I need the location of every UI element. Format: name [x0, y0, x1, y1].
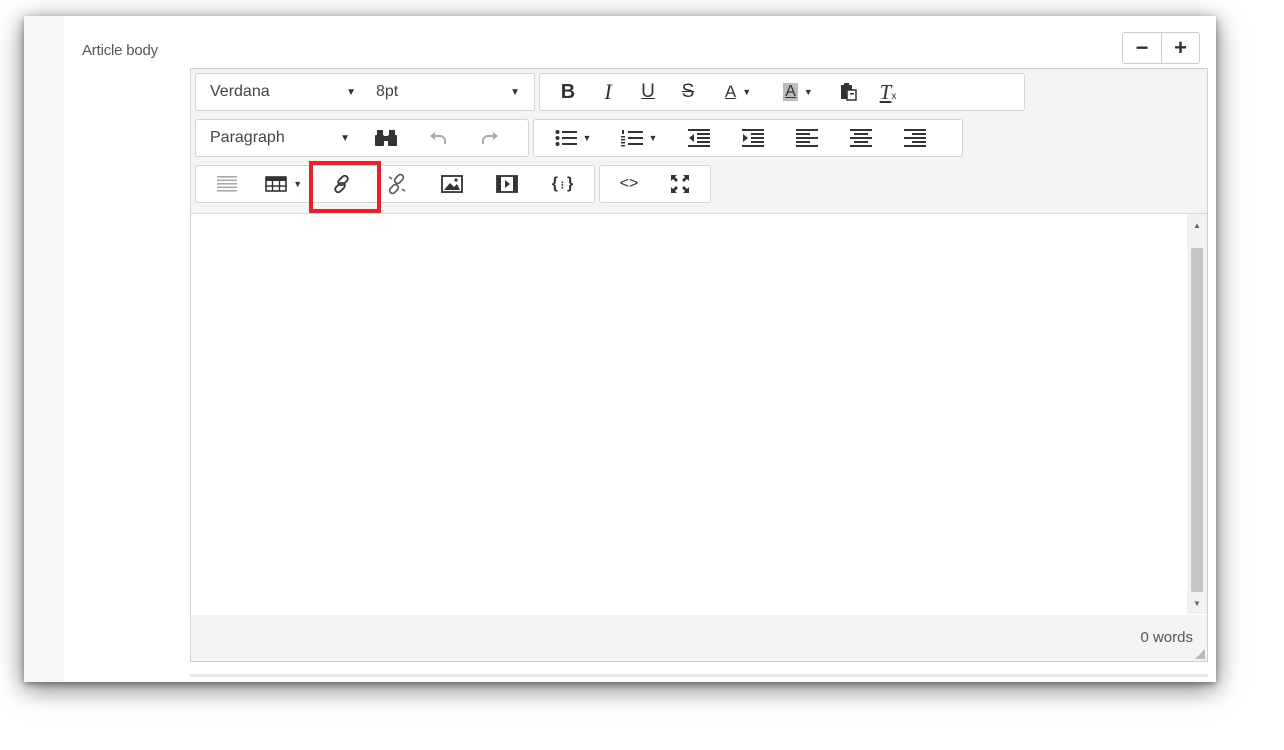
zoom-out-button[interactable]: −	[1123, 33, 1161, 63]
underline-icon: U	[641, 81, 655, 102]
table-icon	[265, 176, 288, 192]
list-align-group: ▼ ▼	[533, 119, 963, 157]
align-left-button[interactable]	[780, 120, 834, 156]
indent-button[interactable]	[726, 120, 780, 156]
toolbar-row-2: Paragraph ▼ ▼ ▼	[195, 119, 963, 157]
align-center-icon	[850, 129, 872, 147]
toolbar-row-1: Verdana ▼ 8pt ▼ B I U S A ▼ A ▼ T x	[195, 73, 1025, 111]
zoom-in-button[interactable]: +	[1161, 33, 1199, 63]
insert-template-button[interactable]: {⋮}	[535, 166, 590, 202]
undo-button[interactable]	[412, 120, 464, 156]
clipboard-icon	[841, 83, 857, 101]
unlink-button[interactable]	[369, 166, 424, 202]
align-right-button[interactable]	[888, 120, 942, 156]
align-right-icon	[904, 129, 926, 147]
fullscreen-button[interactable]	[654, 166, 706, 202]
toolbar-row-3: ▼ {⋮} <>	[195, 165, 711, 203]
scroll-thumb[interactable]	[1191, 248, 1203, 592]
undo-icon	[430, 132, 446, 144]
align-left-icon	[796, 129, 818, 147]
background-color-icon: A	[783, 83, 798, 101]
font-family-value: Verdana	[210, 83, 270, 100]
clear-formatting-icon: T	[879, 79, 892, 104]
font-family-select[interactable]: Verdana ▼	[200, 74, 366, 110]
insert-link-button[interactable]	[314, 166, 369, 202]
view-group: <>	[599, 165, 711, 203]
insert-media-button[interactable]	[480, 166, 535, 202]
redo-button[interactable]	[464, 120, 516, 156]
scroll-up-icon[interactable]: ▲	[1187, 216, 1207, 234]
field-label: Article body	[82, 42, 158, 59]
insert-group: ▼ {⋮}	[195, 165, 595, 203]
chevron-down-icon: ▼	[742, 87, 752, 97]
underline-button[interactable]: U	[628, 74, 668, 110]
redo-icon	[482, 132, 498, 144]
zoom-controls: − +	[1122, 32, 1200, 64]
block-format-select[interactable]: Paragraph ▼	[200, 120, 360, 156]
italic-icon: I	[604, 79, 612, 104]
source-code-button[interactable]: <>	[604, 166, 654, 202]
template-icon: {⋮}	[551, 175, 574, 192]
paste-text-button[interactable]	[828, 74, 868, 110]
outdent-button[interactable]	[672, 120, 726, 156]
clear-formatting-button[interactable]: T x	[868, 74, 908, 110]
editor-content-area[interactable]: ▲ ▼	[191, 213, 1207, 617]
outdent-icon	[688, 129, 710, 147]
binoculars-icon	[375, 130, 397, 146]
chevron-down-icon: ▼	[340, 132, 350, 144]
unlink-icon	[388, 173, 406, 195]
image-icon	[441, 175, 464, 193]
background-color-button[interactable]: A ▼	[768, 74, 828, 110]
numbered-list-icon	[620, 130, 643, 147]
bullet-list-button[interactable]: ▼	[540, 120, 606, 156]
chevron-down-icon: ▼	[510, 86, 520, 98]
link-icon	[334, 174, 349, 194]
text-color-button[interactable]: A ▼	[708, 74, 768, 110]
chevron-down-icon: ▼	[648, 133, 658, 143]
font-size-select[interactable]: 8pt ▼	[366, 74, 530, 110]
text-color-icon: A	[724, 82, 737, 101]
source-code-icon: <>	[619, 175, 639, 192]
format-group: B I U S A ▼ A ▼ T x	[539, 73, 1025, 111]
screenshot-frame: Article body − + Verdana ▼ 8pt ▼ B I U S…	[24, 16, 1216, 682]
chevron-down-icon: ▼	[582, 133, 592, 143]
find-replace-button[interactable]	[360, 120, 412, 156]
strikethrough-icon: S	[681, 81, 695, 102]
fullscreen-icon	[671, 175, 689, 193]
divider	[190, 674, 1208, 677]
align-center-button[interactable]	[834, 120, 888, 156]
bold-icon: B	[560, 80, 576, 103]
rich-text-editor: Verdana ▼ 8pt ▼ B I U S A ▼ A ▼ T x Para…	[190, 68, 1208, 662]
chevron-down-icon: ▼	[346, 86, 356, 98]
word-count: 0 words	[1140, 629, 1193, 646]
bullet-list-icon	[555, 130, 577, 146]
editor-status-bar: 0 words	[191, 615, 1207, 661]
table-button[interactable]: ▼	[253, 166, 314, 202]
chevron-down-icon: ▼	[803, 87, 813, 97]
numbered-list-button[interactable]: ▼	[606, 120, 672, 156]
italic-button[interactable]: I	[588, 74, 628, 110]
chevron-down-icon: ▼	[293, 179, 303, 189]
block-group: Paragraph ▼	[195, 119, 529, 157]
indent-icon	[742, 129, 764, 147]
resize-grip-icon[interactable]	[1195, 649, 1205, 659]
font-size-value: 8pt	[376, 83, 399, 100]
media-icon	[496, 175, 519, 193]
bold-button[interactable]: B	[548, 74, 588, 110]
justify-button[interactable]	[200, 166, 253, 202]
font-select-group: Verdana ▼ 8pt ▼	[195, 73, 535, 111]
vertical-scrollbar[interactable]: ▲ ▼	[1187, 214, 1207, 614]
left-gutter	[24, 16, 64, 682]
scroll-down-icon[interactable]: ▼	[1187, 594, 1207, 612]
insert-image-button[interactable]	[425, 166, 480, 202]
strikethrough-button[interactable]: S	[668, 74, 708, 110]
block-format-value: Paragraph	[210, 129, 285, 146]
justify-icon	[216, 176, 237, 192]
